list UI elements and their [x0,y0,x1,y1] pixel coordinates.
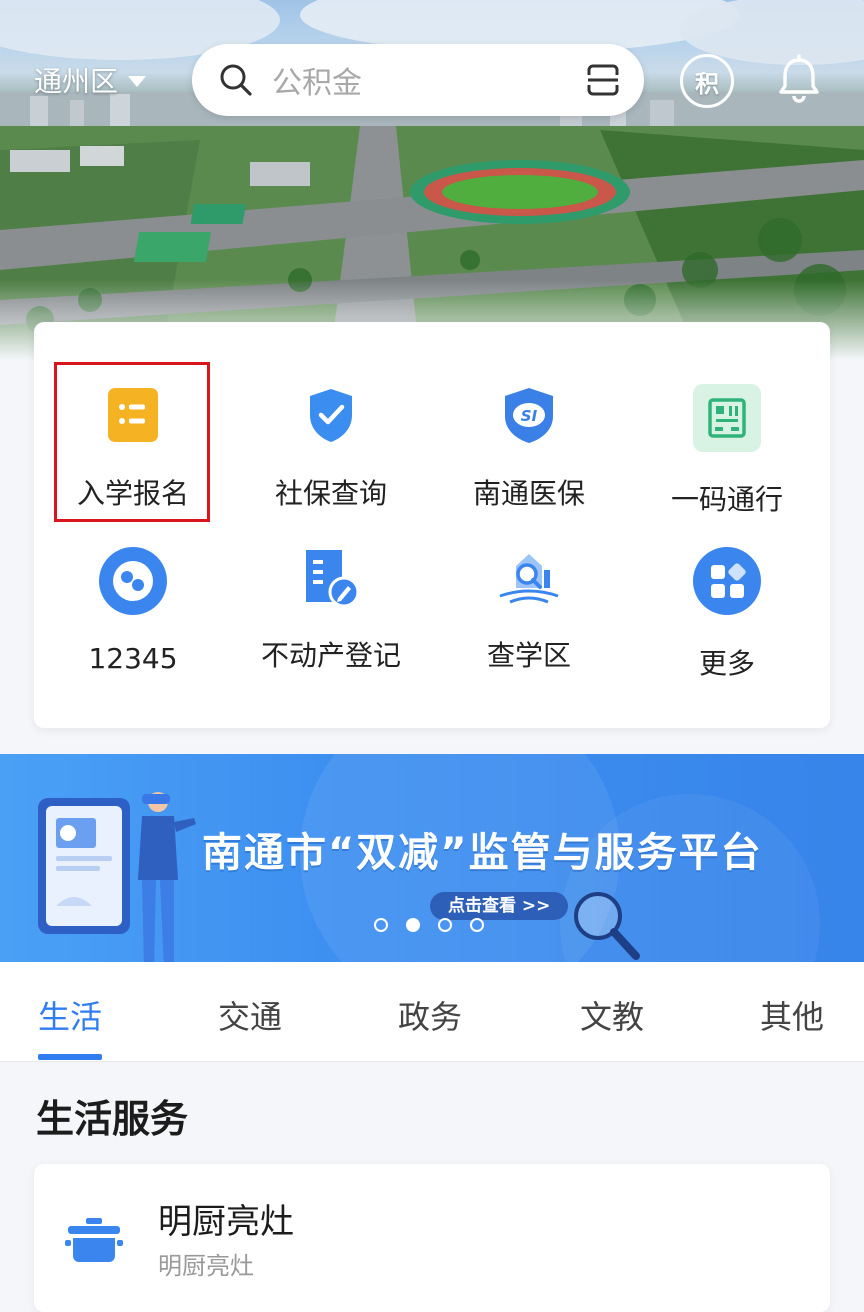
service-label: 不动产登记 [260,639,401,672]
search-bar[interactable]: 公积金 [192,44,644,116]
enrollment-list-icon [97,384,169,446]
service-label: 南通医保 [472,477,585,510]
carousel-dot-active[interactable] [406,918,420,932]
banner-cta-button[interactable]: 点击查看 >> [430,892,569,920]
points-button[interactable]: 积 [680,54,734,108]
bell-icon[interactable] [776,54,822,104]
service-label: 更多 [698,647,755,680]
item-subtitle: 明厨亮灶 [158,1252,254,1280]
service-property-registration[interactable]: 不动产登记 [236,524,426,674]
promo-banner[interactable]: 南通市“双减”监管与服务平台 点击查看 >> [0,754,864,962]
carousel-dot[interactable] [438,918,452,932]
school-district-icon [493,546,565,608]
magnifier-icon [574,892,640,960]
vr-person-illustration [38,792,196,962]
carousel-dots [374,918,484,932]
shield-check-icon [295,384,367,446]
service-12345[interactable]: 12345 [38,524,228,675]
service-enrollment[interactable]: 入学报名 [38,362,228,512]
category-tabs: 生活 交通 政务 文教 其他 [0,962,864,1062]
service-label: 社保查询 [274,477,387,510]
service-social-security[interactable]: 社保查询 [236,362,426,512]
district-selector[interactable]: 通州区 [34,58,147,102]
carousel-dot[interactable] [374,918,388,932]
search-icon [220,64,252,96]
service-one-code-pass[interactable]: 一码通行 [632,362,822,516]
tab-other[interactable]: 其他 [760,992,824,1038]
banner-title: 南通市“双减”监管与服务平台 [202,830,763,876]
service-nantong-medical[interactable]: SI 南通医保 [434,362,624,512]
service-label: 12345 [88,642,178,675]
search-input[interactable]: 公积金 [272,58,584,102]
hotline-12345-icon [97,546,169,616]
service-label: 一码通行 [670,483,783,516]
property-registration-icon [295,546,367,608]
service-label: 入学报名 [76,477,189,510]
svg-text:SI: SI [521,407,538,425]
service-more[interactable]: 更多 [632,524,822,680]
service-school-district[interactable]: 查学区 [434,524,624,674]
tab-government[interactable]: 政务 [398,992,462,1038]
cooking-pot-icon [65,1218,123,1262]
tab-life[interactable]: 生活 [38,992,102,1038]
medical-insurance-si-icon: SI [493,384,565,446]
tab-transport[interactable]: 交通 [218,992,282,1038]
service-label: 查学区 [486,639,571,672]
tab-culture-education[interactable]: 文教 [580,992,644,1038]
section-title: 生活服务 [36,1097,189,1141]
points-label: 积 [695,69,719,98]
item-title: 明厨亮灶 [158,1202,294,1242]
qr-code-pass-icon [691,384,763,452]
district-label: 通州区 [34,65,119,98]
more-apps-icon [691,546,763,616]
carousel-dot[interactable] [470,918,484,932]
active-tab-indicator [38,1054,102,1060]
caret-down-icon [128,75,147,87]
service-grid-card: 入学报名 社保查询 SI 南通医保 一码通行 12345 不动产登记 查学区 更… [34,322,830,728]
life-service-item[interactable]: 明厨亮灶 明厨亮灶 [34,1164,830,1312]
scan-icon[interactable] [584,61,622,99]
